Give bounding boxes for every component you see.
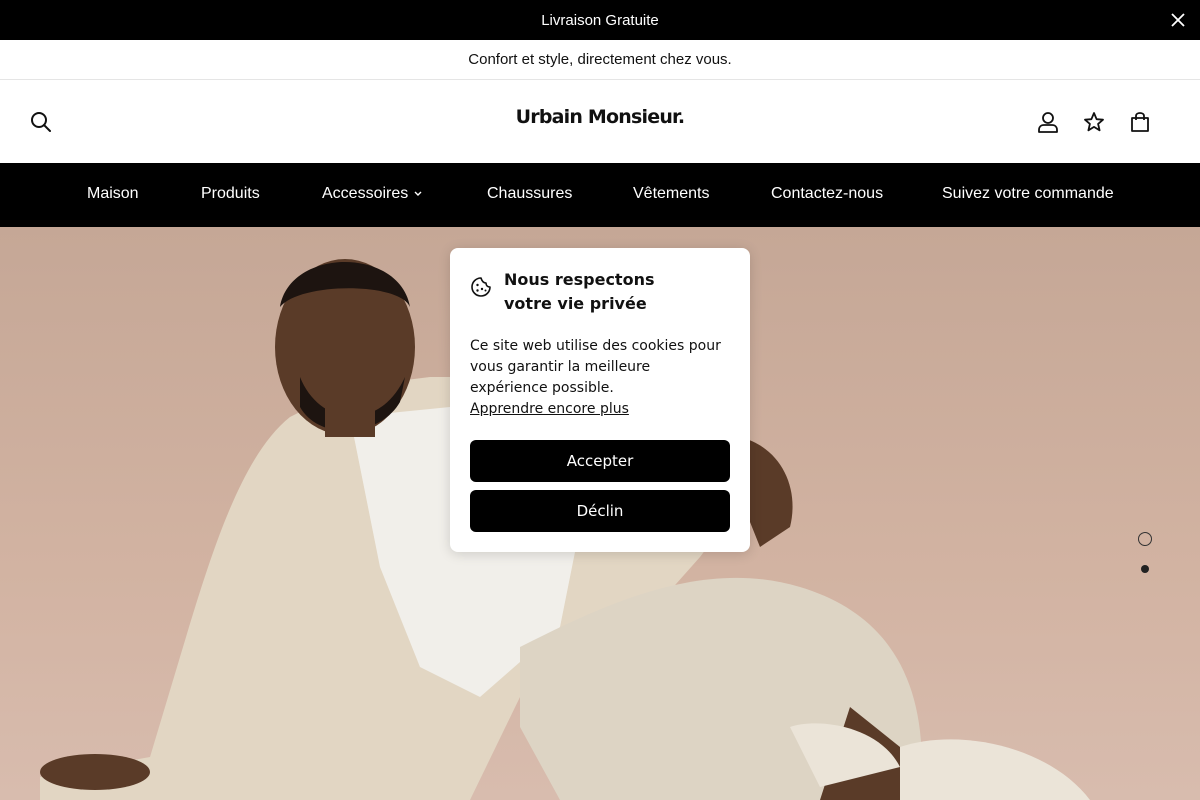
tagline-text: Confort et style, directement chez vous. [468,51,732,68]
nav-item-chaussures[interactable]: Chaussures [487,185,572,203]
decline-button[interactable]: Déclin [470,490,730,532]
nav-item-vetements[interactable]: Vêtements [633,185,709,203]
nav-item-maison[interactable]: Maison [87,185,139,203]
cookie-icon [470,276,492,298]
star-icon[interactable] [1082,110,1106,134]
slide-indicator-2[interactable] [1141,565,1149,573]
main-navigation: Maison Produits Accessoires Chaussures V… [0,163,1200,227]
nav-item-produits[interactable]: Produits [201,185,260,203]
nav-item-contact[interactable]: Contactez-nous [771,185,883,203]
announcement-bar: Livraison Gratuite [0,0,1200,40]
cookie-title-line-1: Nous respectons [504,270,655,289]
bag-icon[interactable] [1128,110,1152,134]
cookie-description: Ce site web utilise des cookies pour vou… [470,338,721,396]
cookie-consent-dialog: Nous respectons votre vie privée Ce site… [450,248,750,552]
nav-item-track-order[interactable]: Suivez votre commande [942,185,1114,203]
site-logo[interactable]: Urbain Monsieur. [0,106,1200,128]
header-actions [1036,110,1152,134]
slide-indicator-1[interactable] [1138,532,1152,546]
chevron-down-icon [414,191,422,196]
site-header: Urbain Monsieur. [0,80,1200,163]
nav-item-label: Accessoires [322,185,409,202]
cookie-dialog-body: Ce site web utilise des cookies pour vou… [470,336,730,420]
account-icon[interactable] [1036,110,1060,134]
tagline-bar: Confort et style, directement chez vous. [0,40,1200,80]
close-icon[interactable] [1168,10,1188,30]
nav-item-accessoires[interactable]: Accessoires [322,185,422,203]
cookie-dialog-title: Nous respectons votre vie privée [504,268,654,316]
learn-more-link[interactable]: Apprendre encore plus [470,401,629,417]
cookie-title-line-2: votre vie privée [504,294,647,313]
cookie-dialog-header: Nous respectons votre vie privée [470,268,730,316]
accept-button[interactable]: Accepter [470,440,730,482]
announcement-text: Livraison Gratuite [541,11,659,29]
